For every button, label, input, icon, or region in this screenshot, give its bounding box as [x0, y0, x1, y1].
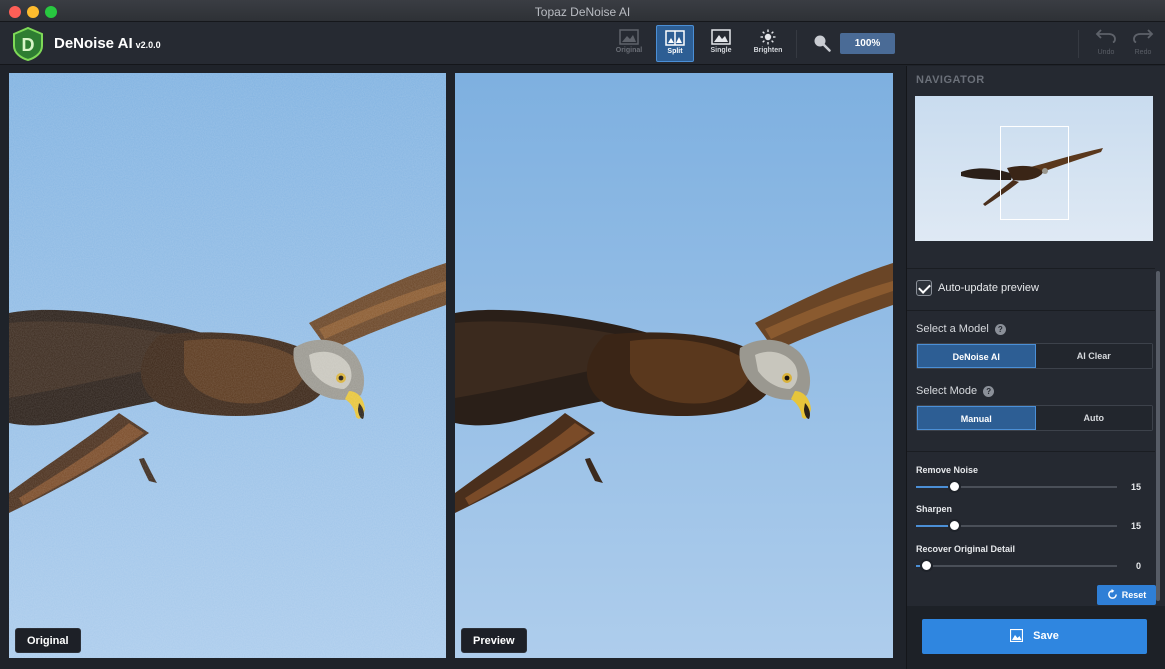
navigator-thumbnail[interactable]: [915, 96, 1153, 241]
navigator-viewport-rect[interactable]: [1000, 126, 1069, 220]
denoise-logo-icon: D: [13, 27, 43, 61]
auto-update-label: Auto-update preview: [938, 282, 1039, 294]
auto-update-checkbox[interactable]: [916, 280, 932, 296]
recover-detail-label: Recover Original Detail: [916, 544, 1016, 554]
sidebar-divider: [907, 268, 1155, 269]
reset-label: Reset: [1121, 590, 1147, 600]
title-bar: Topaz DeNoise AI: [0, 0, 1165, 22]
settings-sidebar: NAVIGATOR Auto-update preview Select a M…: [906, 66, 1165, 669]
view-brighten-label: Brighten: [753, 47, 783, 54]
window-title: Topaz DeNoise AI: [534, 5, 631, 19]
sharpen-slider[interactable]: [916, 519, 1117, 532]
view-single-label: Single: [710, 47, 732, 54]
recover-detail-value: 0: [1135, 561, 1141, 571]
single-view-icon: [711, 29, 731, 45]
reset-button[interactable]: Reset: [1097, 585, 1156, 605]
view-original-label: Original: [615, 47, 643, 54]
model-denoise-ai-button[interactable]: DeNoise AI: [917, 344, 1036, 368]
original-view-icon: [619, 29, 639, 45]
undo-label: Undo: [1097, 49, 1115, 56]
view-split-label: Split: [667, 48, 683, 55]
undo-button[interactable]: Undo: [1091, 27, 1121, 56]
zoom-level-field[interactable]: 100%: [840, 33, 895, 54]
select-model-label: Select a Model: [916, 323, 989, 335]
save-image-icon: [1010, 628, 1024, 643]
main-toolbar: D DeNoise AI v2.0.0 Original Split Singl…: [0, 22, 1165, 65]
recover-detail-slider[interactable]: [916, 559, 1117, 572]
sharpen-label: Sharpen: [916, 504, 953, 514]
reset-refresh-icon: [1107, 589, 1117, 599]
toolbar-separator: [796, 30, 797, 58]
remove-noise-knob[interactable]: [948, 480, 962, 493]
model-selector: DeNoise AI AI Clear: [916, 343, 1153, 369]
select-mode-heading: Select Mode?: [916, 385, 995, 397]
view-split-button[interactable]: Split: [656, 25, 694, 62]
mode-auto-button[interactable]: Auto: [1035, 406, 1152, 430]
select-mode-label: Select Mode: [916, 385, 978, 397]
remove-noise-label: Remove Noise: [916, 465, 979, 475]
app-name-text: DeNoise AI: [54, 35, 133, 52]
app-window: Topaz DeNoise AI D DeNoise AI v2.0.0 Orig…: [0, 0, 1165, 669]
model-help-icon[interactable]: ?: [994, 324, 1006, 335]
mode-selector: Manual Auto: [916, 405, 1153, 431]
original-pane-label: Original: [15, 628, 81, 653]
redo-arrow-icon: [1133, 29, 1154, 44]
remove-noise-slider[interactable]: [916, 480, 1117, 493]
save-button[interactable]: Save: [922, 619, 1147, 654]
navigator-title: NAVIGATOR: [916, 74, 985, 86]
remove-noise-value: 15: [1130, 482, 1141, 492]
recover-detail-knob[interactable]: [920, 559, 934, 572]
save-footer: Save: [907, 606, 1165, 669]
sharpen-value: 15: [1130, 521, 1141, 531]
brighten-sun-icon: [760, 29, 776, 45]
svg-text:D: D: [22, 35, 35, 55]
zoom-magnifier-icon[interactable]: [813, 34, 831, 52]
sidebar-scrollbar[interactable]: [1156, 271, 1160, 601]
save-label: Save: [1033, 630, 1059, 642]
redo-button[interactable]: Redo: [1128, 27, 1158, 56]
model-ai-clear-button[interactable]: AI Clear: [1035, 344, 1152, 368]
mode-help-icon[interactable]: ?: [983, 386, 995, 397]
mode-manual-button[interactable]: Manual: [917, 406, 1036, 430]
redo-label: Redo: [1134, 49, 1152, 56]
preview-pane-label: Preview: [461, 628, 527, 653]
preview-eagle-photo: [455, 73, 893, 658]
view-brighten-button[interactable]: Brighten: [749, 25, 787, 62]
original-eagle-photo: [9, 73, 446, 658]
sidebar-divider: [907, 451, 1155, 452]
view-single-button[interactable]: Single: [702, 25, 740, 62]
undo-arrow-icon: [1095, 29, 1116, 44]
app-version: v2.0.0: [135, 40, 161, 50]
sharpen-knob[interactable]: [948, 519, 962, 532]
preview-image-pane[interactable]: Preview: [455, 73, 893, 658]
toolbar-separator: [1078, 30, 1079, 58]
app-name: DeNoise AI v2.0.0: [54, 35, 161, 52]
original-image-pane[interactable]: Original: [9, 73, 446, 658]
select-model-heading: Select a Model?: [916, 323, 1006, 335]
sidebar-divider: [907, 310, 1155, 311]
view-original-button[interactable]: Original: [610, 25, 648, 62]
split-view-icon: [665, 30, 685, 46]
